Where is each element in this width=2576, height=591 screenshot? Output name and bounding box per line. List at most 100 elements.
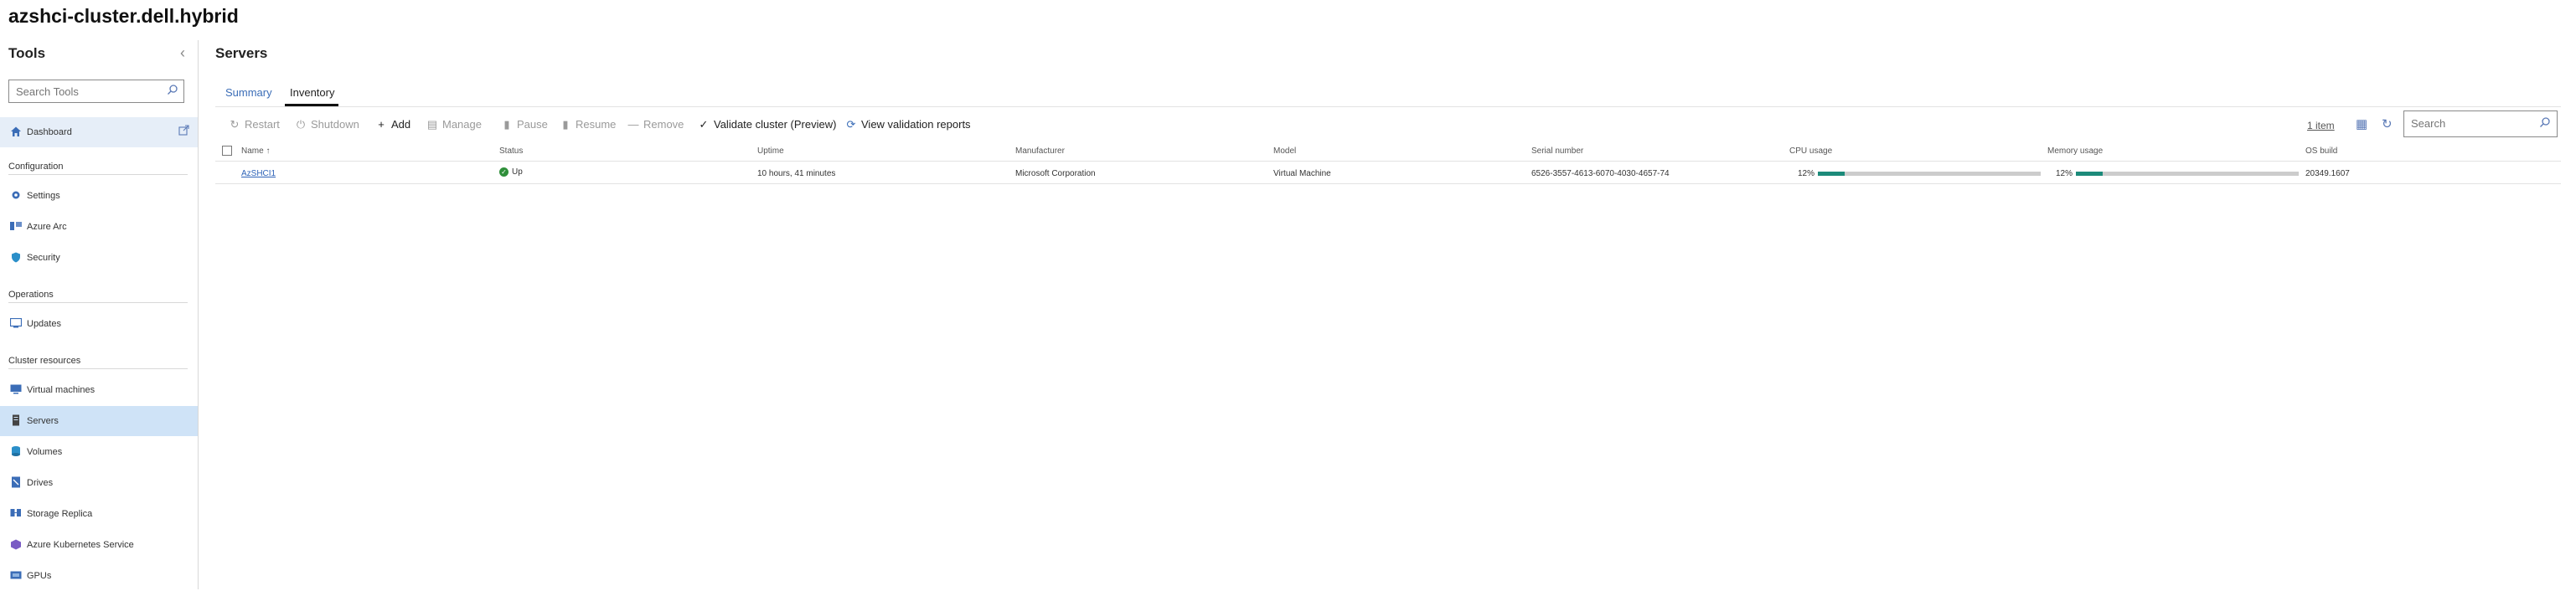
item-count: 1 item: [2307, 120, 2335, 131]
sidebar-item-virtual-machines[interactable]: Virtual machines: [0, 375, 198, 405]
sidebar-item-servers[interactable]: Servers: [0, 406, 198, 436]
memory-usage-bar: [2076, 172, 2299, 176]
search-tools-input[interactable]: [9, 80, 173, 103]
sidebar-item-label: Dashboard: [27, 127, 72, 137]
sidebar-item-label: Azure Arc: [27, 222, 67, 232]
open-new-window-icon[interactable]: [178, 125, 189, 138]
manage-button[interactable]: ▤ Manage: [426, 118, 482, 131]
tab-inventory[interactable]: Inventory: [290, 86, 334, 99]
tab-divider: [215, 106, 2561, 107]
sidebar-item-label: Virtual machines: [27, 385, 96, 395]
column-header-os-build[interactable]: OS build: [2305, 146, 2337, 156]
sidebar-item-azure-arc[interactable]: Azure Arc: [0, 212, 198, 242]
sidebar-item-label: Settings: [27, 191, 60, 201]
app-title: azshci-cluster.dell.hybrid: [8, 5, 239, 27]
sidebar-item-updates[interactable]: Updates: [0, 309, 198, 339]
resume-icon: ▮: [562, 118, 569, 131]
column-header-model[interactable]: Model: [1273, 146, 1296, 156]
power-icon: ⏻: [296, 118, 306, 131]
minus-icon: —: [627, 118, 639, 131]
page-title: Servers: [215, 45, 268, 61]
table-row[interactable]: AzSHCI1 ✓ Up 10 hours, 41 minutes Microso…: [215, 163, 2561, 184]
sidebar: Tools ‹ Dashboard Configuration Settings…: [0, 40, 199, 589]
sidebar-item-label: Servers: [27, 416, 59, 426]
server-icon: [10, 414, 22, 426]
sidebar-item-volumes[interactable]: Volumes: [0, 437, 198, 467]
cpu-usage-fill: [1818, 172, 1845, 176]
sidebar-item-gpus[interactable]: GPUs: [0, 561, 198, 591]
shield-icon: [10, 251, 22, 263]
sidebar-item-settings[interactable]: Settings: [0, 181, 198, 211]
shutdown-button[interactable]: ⏻ Shutdown: [294, 118, 359, 131]
sidebar-item-label: Security: [27, 253, 60, 263]
status-cell: ✓ Up: [499, 167, 523, 177]
restart-button[interactable]: ↻ Restart: [228, 118, 280, 131]
restart-icon: ↻: [230, 118, 240, 131]
refresh-icon[interactable]: ↻: [2382, 116, 2393, 131]
sidebar-item-label: Drives: [27, 478, 54, 488]
serial-number-cell: 6526-3557-4613-6070-4030-4657-74: [1531, 169, 1670, 178]
section-divider: [8, 174, 188, 175]
cpu-usage-text: 12%: [1798, 169, 1815, 178]
collapse-sidebar-icon[interactable]: ‹: [180, 44, 185, 62]
os-build-cell: 20349.1607: [2305, 169, 2350, 178]
select-all-checkbox[interactable]: [222, 146, 232, 156]
storage-replica-icon: [10, 507, 22, 519]
home-icon: [10, 126, 22, 137]
section-heading-configuration: Configuration: [8, 162, 64, 172]
sidebar-item-storage-replica[interactable]: Storage Replica: [0, 499, 198, 529]
gpu-icon: [10, 569, 22, 581]
memory-usage-text: 12%: [2056, 169, 2073, 178]
search-input[interactable]: [2404, 111, 2543, 136]
report-icon: ⟳: [846, 118, 856, 131]
column-header-uptime[interactable]: Uptime: [757, 146, 784, 156]
sidebar-item-security[interactable]: Security: [0, 243, 198, 273]
manage-icon: ▤: [426, 118, 438, 131]
view-validation-reports-button[interactable]: ⟳ View validation reports: [844, 118, 971, 131]
search-icon[interactable]: [2539, 116, 2551, 132]
search-tools-box: [8, 80, 184, 103]
server-name-link[interactable]: AzSHCI1: [241, 169, 276, 178]
sidebar-item-label: Volumes: [27, 447, 63, 457]
checkmark-icon: ✓: [699, 118, 709, 131]
drive-icon: [10, 476, 22, 488]
gear-icon: [10, 189, 22, 201]
column-header-cpu-usage[interactable]: CPU usage: [1789, 146, 1832, 156]
section-divider: [8, 302, 188, 303]
grid-header: Name ↑ Status Uptime Manufacturer Model …: [215, 142, 2561, 162]
sidebar-item-label: Storage Replica: [27, 509, 93, 519]
volume-icon: [10, 445, 22, 457]
search-icon[interactable]: [167, 84, 178, 100]
resume-button[interactable]: ▮ Resume: [559, 118, 616, 131]
status-up-icon: ✓: [499, 167, 508, 177]
pause-button[interactable]: ▮ Pause: [500, 118, 547, 131]
section-divider: [8, 368, 188, 369]
tab-summary[interactable]: Summary: [225, 86, 272, 99]
plus-icon: +: [378, 118, 385, 131]
kubernetes-icon: [10, 538, 22, 550]
remove-button[interactable]: — Remove: [627, 118, 684, 131]
column-header-status[interactable]: Status: [499, 146, 523, 156]
sidebar-item-drives[interactable]: Drives: [0, 468, 198, 498]
sidebar-item-label: Azure Kubernetes Service: [27, 540, 134, 550]
uptime-cell: 10 hours, 41 minutes: [757, 169, 836, 178]
sidebar-item-dashboard[interactable]: Dashboard: [0, 117, 198, 147]
sidebar-item-azure-kubernetes-service[interactable]: Azure Kubernetes Service: [0, 530, 198, 560]
column-header-name[interactable]: Name ↑: [241, 146, 270, 156]
pause-icon: ▮: [503, 118, 510, 131]
column-header-manufacturer[interactable]: Manufacturer: [1015, 146, 1065, 156]
search-box: [2403, 110, 2558, 137]
virtual-machine-icon: [10, 383, 22, 395]
model-cell: Virtual Machine: [1273, 169, 1331, 178]
add-button[interactable]: + Add: [374, 118, 410, 131]
updates-icon: [10, 317, 22, 329]
azure-arc-icon: [10, 220, 22, 232]
column-header-serial-number[interactable]: Serial number: [1531, 146, 1583, 156]
column-settings-icon[interactable]: ▦: [2356, 116, 2367, 131]
memory-usage-fill: [2076, 172, 2103, 176]
section-heading-cluster-resources: Cluster resources: [8, 356, 81, 366]
column-header-memory-usage[interactable]: Memory usage: [2047, 146, 2103, 156]
cpu-usage-bar: [1818, 172, 2041, 176]
sidebar-item-label: GPUs: [27, 571, 52, 581]
validate-cluster-button[interactable]: ✓ Validate cluster (Preview): [697, 118, 837, 131]
